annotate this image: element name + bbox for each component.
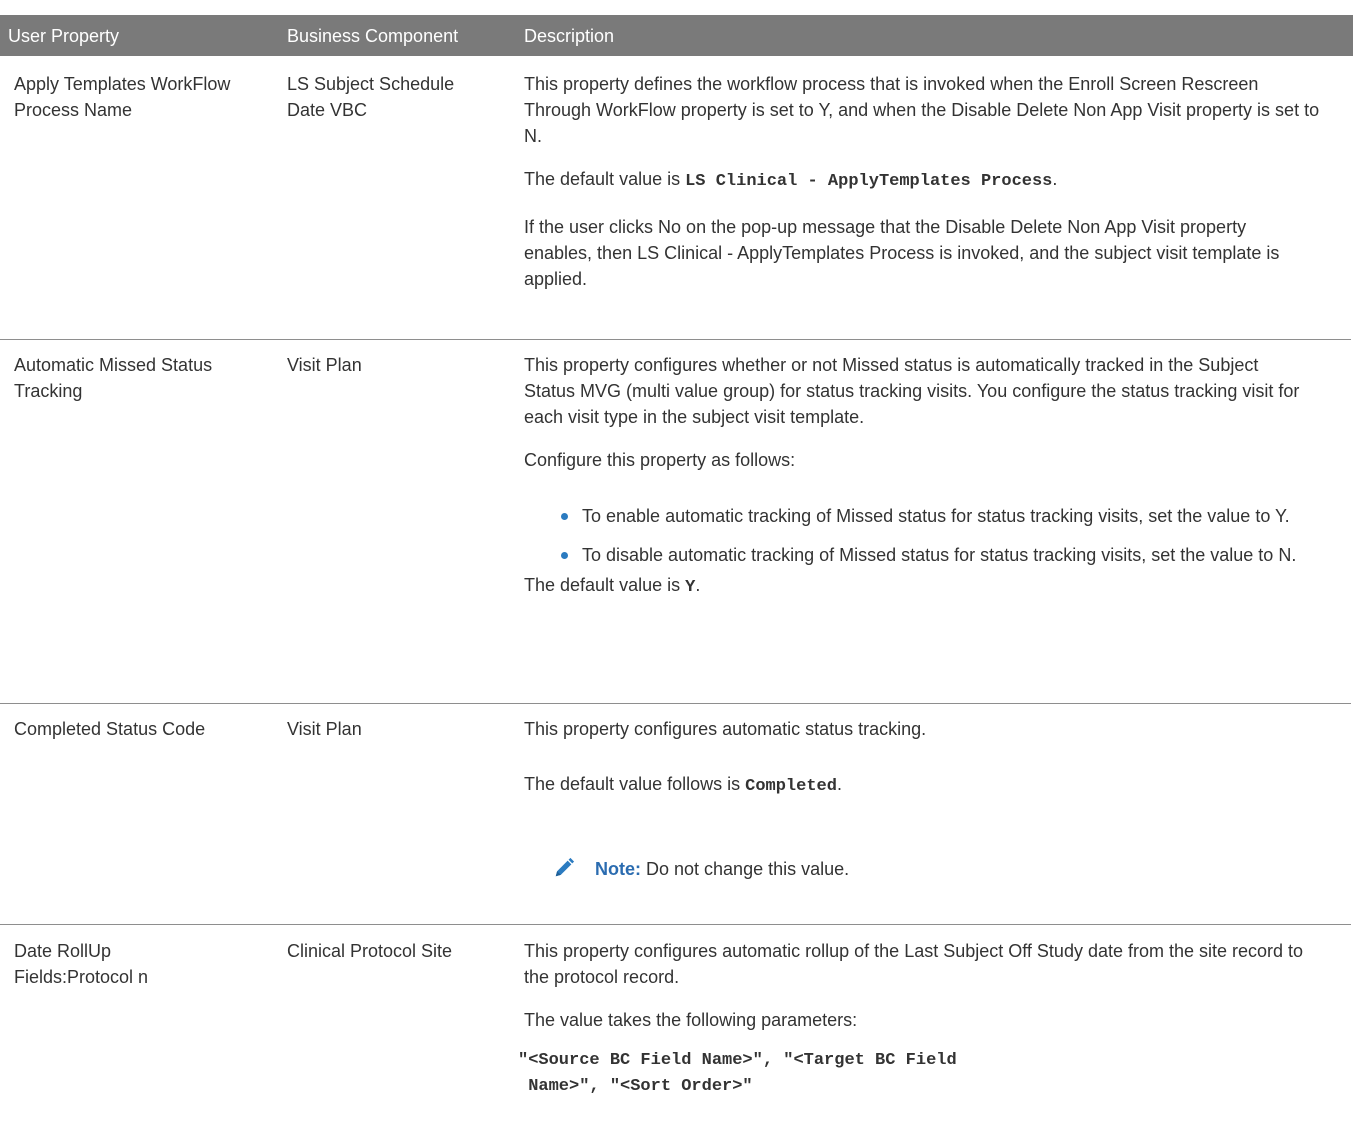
description-cell: This property configures automatic rollu… <box>524 938 1324 1050</box>
bullet-icon <box>561 513 568 520</box>
default-value-prefix: The default value follows is <box>524 774 746 794</box>
description-paragraph: If the user clicks No on the pop-up mess… <box>524 217 1280 289</box>
row-divider <box>0 924 1351 925</box>
description-paragraph: Configure this property as follows: <box>524 450 796 470</box>
default-value-suffix: . <box>695 575 701 595</box>
column-header-user-property: User Property <box>8 26 120 46</box>
description-cell: This property configures automatic statu… <box>524 716 1324 817</box>
default-value-suffix: . <box>836 774 842 794</box>
list-item: To enable automatic tracking of Missed s… <box>524 503 1314 529</box>
table-header: User Property Business Component Descrip… <box>0 15 1353 56</box>
description-cell: This property configures whether or not … <box>524 352 1324 618</box>
column-header-description: Description <box>524 26 615 46</box>
business-component-cell: Visit Plan <box>287 719 362 739</box>
default-value-prefix: The default value is <box>524 169 686 189</box>
bullet-icon <box>561 552 568 559</box>
default-value-suffix: . <box>1052 169 1058 189</box>
list-item-text: To disable automatic tracking of Missed … <box>582 545 1297 565</box>
code-block: "<Source BC Field Name>", "<Target BC Fi… <box>518 1051 957 1096</box>
description-paragraph: The value takes the following parameters… <box>524 1010 858 1030</box>
user-property-cell: Automatic Missed Status Tracking <box>14 355 213 401</box>
description-paragraph: This property defines the workflow proce… <box>524 74 1320 146</box>
row-divider <box>0 703 1351 704</box>
default-value-paragraph: The default value is Y. <box>524 572 1324 601</box>
row-divider <box>0 339 1351 340</box>
list-item: To disable automatic tracking of Missed … <box>524 542 1314 568</box>
user-property-cell: Date RollUp Fields:Protocol n <box>14 941 149 987</box>
business-component-cell: LS Subject Schedule Date VBC <box>287 74 455 120</box>
default-value: Y <box>685 578 696 597</box>
note-text: Do not change this value. <box>646 859 850 879</box>
default-value-paragraph: The default value follows is Completed. <box>524 771 1324 800</box>
list-item-text: To enable automatic tracking of Missed s… <box>582 506 1290 526</box>
bullet-list: To enable automatic tracking of Missed s… <box>524 503 1314 568</box>
default-value-prefix: The default value is <box>524 575 686 595</box>
column-header-business-component: Business Component <box>287 26 459 46</box>
default-value: Completed <box>745 777 837 796</box>
default-value-paragraph: The default value is LS Clinical - Apply… <box>524 166 1324 195</box>
user-property-cell: Completed Status Code <box>14 719 206 739</box>
business-component-cell: Visit Plan <box>287 355 362 375</box>
user-property-cell: Apply Templates WorkFlow Process Name <box>14 74 231 120</box>
pencil-icon <box>555 857 575 877</box>
description-paragraph: This property configures automatic statu… <box>524 719 927 739</box>
description-cell: This property defines the workflow proce… <box>524 71 1324 309</box>
description-paragraph: This property configures whether or not … <box>524 355 1300 427</box>
description-paragraph: This property configures automatic rollu… <box>524 941 1304 987</box>
business-component-cell: Clinical Protocol Site <box>287 941 453 961</box>
note-label: Note: <box>595 859 641 879</box>
default-value: LS Clinical - ApplyTemplates Process <box>685 172 1053 191</box>
